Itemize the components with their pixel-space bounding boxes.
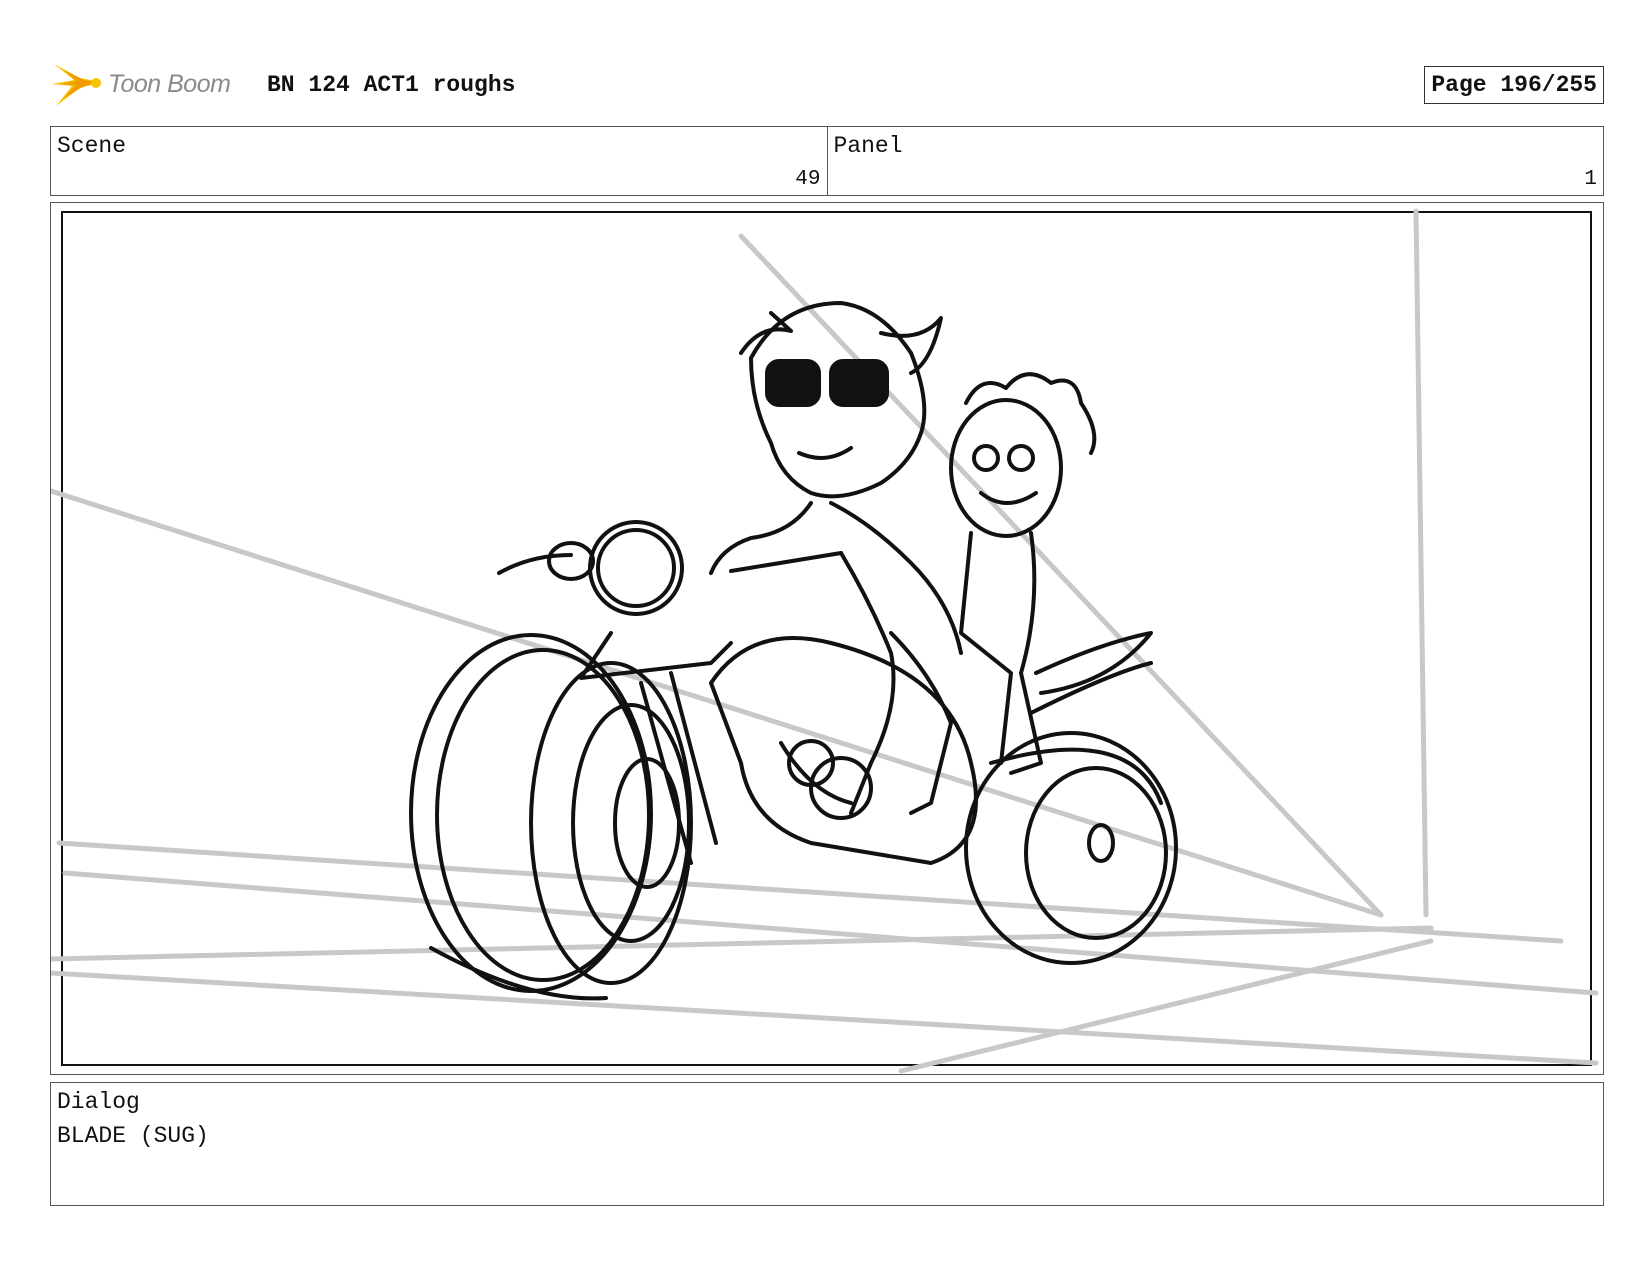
scene-number: 49 bbox=[795, 168, 821, 191]
dialog-box: Dialog BLADE (SUG) bbox=[50, 1082, 1604, 1206]
starburst-icon bbox=[52, 64, 102, 106]
panel-sketch bbox=[51, 208, 1599, 1074]
document-title: BN 124 ACT1 roughs bbox=[267, 72, 516, 98]
motorcycle-sketch bbox=[409, 301, 1178, 1001]
panel-label: Panel bbox=[833, 133, 903, 159]
logo-text: Toon Boom bbox=[108, 70, 231, 98]
storyboard-header: Toon Boom BN 124 ACT1 roughs Page 196/25… bbox=[50, 58, 1604, 110]
page-indicator: Page 196/255 bbox=[1424, 66, 1604, 104]
panel-number: 1 bbox=[1584, 168, 1597, 191]
storyboard-panel bbox=[50, 202, 1604, 1075]
panel-cell: Panel 1 bbox=[826, 127, 1604, 195]
scene-label: Scene bbox=[57, 133, 127, 159]
scene-panel-info: Scene 49 Panel 1 bbox=[50, 126, 1604, 196]
dialog-text: BLADE (SUG) bbox=[57, 1123, 209, 1149]
scene-cell: Scene 49 bbox=[51, 127, 827, 195]
toon-boom-logo: Toon Boom bbox=[50, 60, 255, 110]
dialog-label: Dialog bbox=[57, 1089, 140, 1115]
